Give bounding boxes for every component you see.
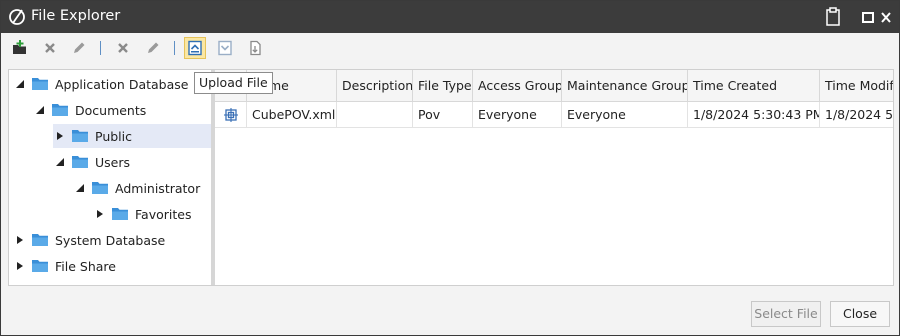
delete-icon: [45, 43, 55, 53]
delete-folder-button[interactable]: [39, 37, 61, 59]
column-header-access-group[interactable]: Access Group: [473, 70, 562, 102]
column-header-file-type[interactable]: File Type: [413, 70, 473, 102]
delete-file-button[interactable]: [112, 37, 134, 59]
collapse-arrow-icon[interactable]: [33, 103, 47, 117]
folder-icon: [112, 208, 128, 220]
close-dialog-button[interactable]: Close: [830, 301, 890, 327]
tree-node-administrator[interactable]: Administrator: [73, 176, 200, 200]
close-button[interactable]: [879, 7, 897, 27]
tree-node-favorites[interactable]: Favorites: [93, 202, 191, 226]
maximize-icon: [862, 12, 874, 23]
download-file-icon: [218, 40, 232, 56]
tree-node-label: Public: [95, 128, 132, 144]
folder-icon: [32, 260, 48, 272]
maximize-button[interactable]: [861, 7, 879, 27]
database-folder-icon: [32, 78, 48, 90]
tree-node-documents[interactable]: Documents: [33, 98, 146, 122]
file-explorer-window: File Explorer Upload File Application Da…: [0, 0, 900, 336]
expand-arrow-icon[interactable]: [93, 207, 107, 221]
tree-node-label: Administrator: [115, 180, 201, 196]
create-folder-button[interactable]: [9, 37, 31, 59]
grid-header: Name Description File Type Access Group …: [215, 70, 893, 102]
cell-access-group: Everyone: [473, 102, 562, 128]
tree-node-label: Documents: [75, 102, 147, 118]
cell-time-modified: 1/8/2024 5:: [825, 107, 893, 122]
cell-file-type: Pov: [413, 102, 473, 128]
expand-arrow-icon[interactable]: [13, 233, 27, 247]
column-header-time-created[interactable]: Time Created: [688, 70, 820, 102]
file-grid: Name Description File Type Access Group …: [215, 70, 893, 285]
download-file-button[interactable]: [214, 37, 236, 59]
rename-folder-button[interactable]: [68, 37, 90, 59]
title-bar: File Explorer: [1, 1, 899, 33]
upload-file-tooltip: Upload File: [194, 72, 273, 94]
close-icon: [881, 12, 891, 23]
cell-name: CubePOV.xml: [247, 102, 337, 128]
cell-description: [337, 102, 413, 128]
toolbar-separator: [174, 41, 175, 55]
column-header-maintenance-group[interactable]: Maintenance Group: [562, 70, 688, 102]
folder-icon: [72, 130, 88, 142]
pencil-icon: [148, 42, 159, 53]
file-export-icon: [250, 40, 261, 56]
toolbar-separator: [100, 41, 101, 55]
tree-node-file-share[interactable]: File Share: [13, 254, 116, 278]
folder-icon: [72, 156, 88, 168]
tree-node-label: System Database: [55, 232, 166, 248]
collapse-arrow-icon[interactable]: [53, 155, 67, 169]
expand-arrow-icon[interactable]: [53, 129, 67, 143]
select-file-button[interactable]: Select File: [751, 301, 821, 327]
folder-icon: [92, 182, 108, 194]
cell-time-created: 1/8/2024 5:30:43 PM: [688, 102, 820, 128]
edit-file-button[interactable]: [142, 37, 164, 59]
upload-file-icon: [188, 40, 202, 56]
tree-node-system-database[interactable]: System Database: [13, 228, 165, 252]
upload-file-button[interactable]: [184, 37, 206, 59]
table-row[interactable]: CubePOV.xml Pov Everyone Everyone 1/8/20…: [215, 102, 893, 128]
explorer-content: Application Database Documents Public Us…: [8, 69, 894, 286]
pencil-icon: [74, 42, 85, 53]
app-logo-icon: [9, 9, 25, 25]
tree-node-users[interactable]: Users: [53, 150, 130, 174]
folder-tree: Application Database Documents Public Us…: [9, 70, 211, 285]
tree-node-label: Users: [95, 154, 131, 170]
toolbar: [1, 33, 899, 63]
collapse-arrow-icon[interactable]: [13, 77, 27, 91]
window-title: File Explorer: [31, 8, 121, 24]
collapse-arrow-icon[interactable]: [73, 181, 87, 195]
tree-node-application-database[interactable]: Application Database: [13, 72, 188, 96]
column-header-description[interactable]: Description: [337, 70, 413, 102]
delete-icon: [118, 43, 128, 53]
clipboard-button[interactable]: [825, 7, 843, 27]
clipboard-icon: [826, 7, 840, 26]
folder-icon: [52, 104, 68, 116]
tree-node-public[interactable]: Public: [53, 124, 211, 148]
cube-pov-file-icon: [224, 108, 238, 122]
expand-arrow-icon[interactable]: [13, 259, 27, 273]
database-folder-icon: [32, 234, 48, 246]
extract-file-button[interactable]: [244, 37, 266, 59]
new-folder-icon: [13, 40, 26, 54]
column-header-time-modified[interactable]: Time Modif: [820, 70, 893, 102]
row-icon-cell: [215, 102, 247, 128]
tree-node-label: Application Database: [55, 76, 189, 92]
tree-node-label: File Share: [55, 258, 116, 274]
cell-maintenance-group: Everyone: [562, 102, 688, 128]
tree-node-label: Favorites: [135, 206, 192, 222]
